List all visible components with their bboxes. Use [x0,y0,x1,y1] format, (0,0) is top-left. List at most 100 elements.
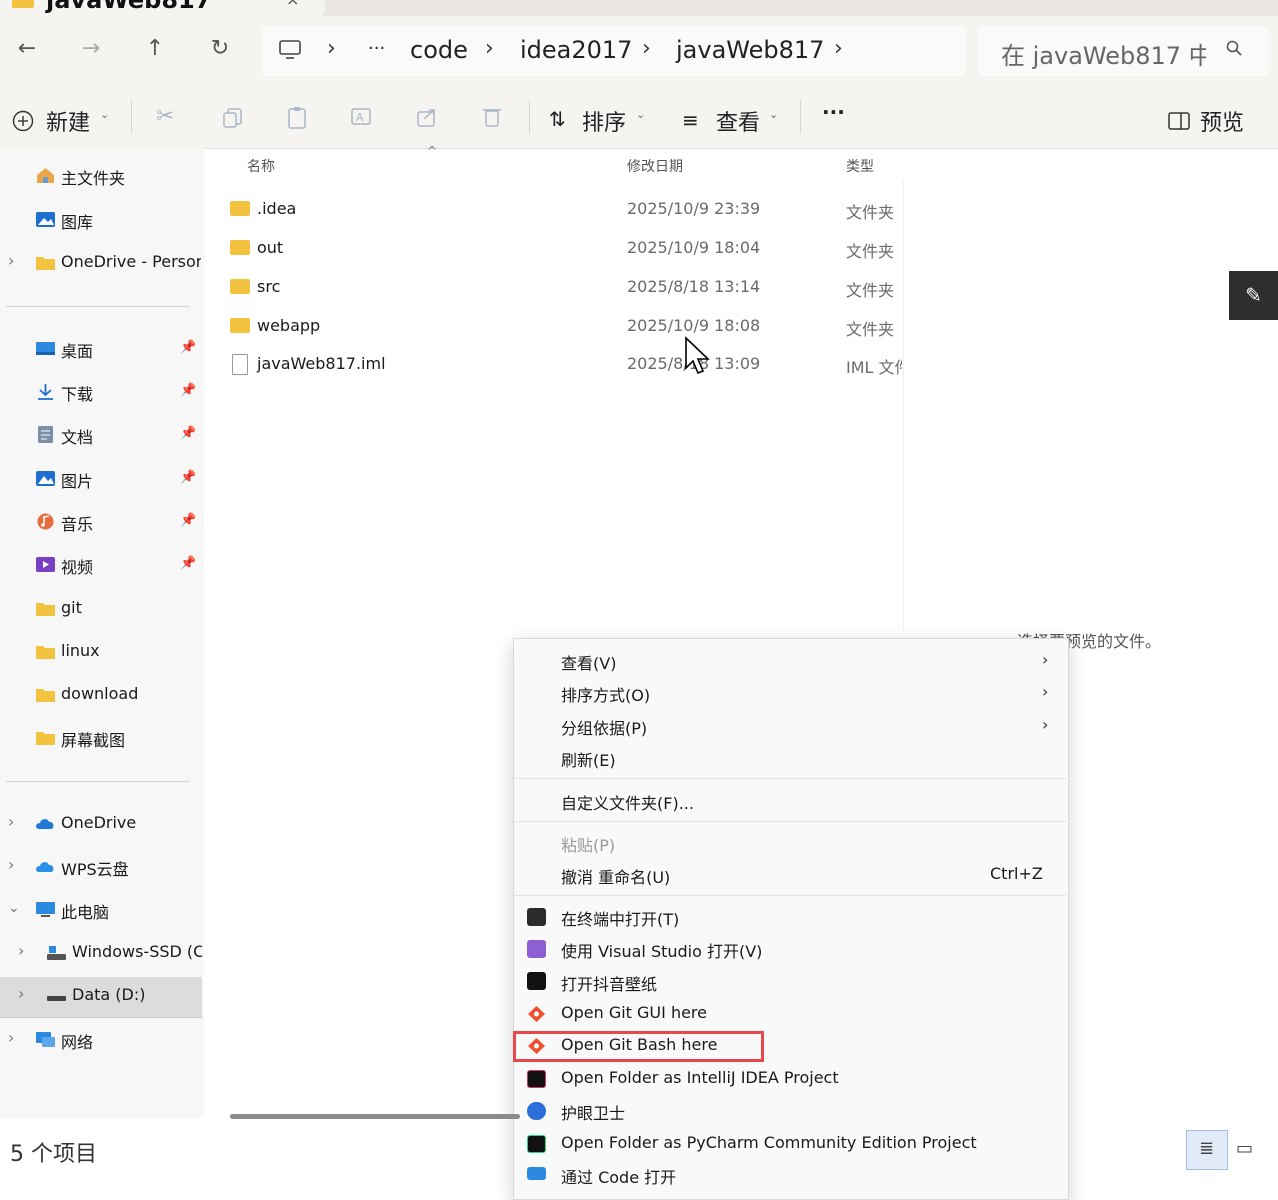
git-gui-icon [528,1006,545,1022]
details-view-button[interactable]: ≣ [1186,1130,1228,1170]
menu-item-sort[interactable]: 排序方式(O) [561,682,650,706]
menu-item-pycharm-project[interactable]: Open Folder as PyCharm Community Edition… [561,1133,977,1152]
menu-item-open-with-code[interactable]: 通过 Code 打开 [561,1164,676,1188]
sidebar-item-windows-ssd[interactable]: › Windows-SSD (C [0,934,202,974]
eye-guard-icon [527,1102,546,1120]
up-icon[interactable]: ↑ [140,34,170,64]
sidebar-item-label: Data (D:) [72,985,146,1004]
chevron-right-icon[interactable]: › [18,941,24,960]
folder-icon [36,257,55,270]
sort-arrows-icon[interactable]: ⇅ [549,107,566,131]
floating-mute-icon[interactable]: ✎ [1229,271,1278,320]
sidebar-item-home[interactable]: 主文件夹 [0,157,202,197]
toolbar-divider [800,100,801,134]
chevron-right-icon[interactable]: › [8,855,14,874]
sidebar-item-label: 图库 [61,213,94,232]
file-name[interactable]: out [257,238,283,257]
search-icon[interactable] [1226,40,1242,56]
sidebar-item-music[interactable]: 音乐 📌 [0,503,202,543]
sidebar-item-label: 网络 [61,1033,94,1052]
pin-icon[interactable]: 📌 [180,426,196,441]
horizontal-scrollbar[interactable] [230,1114,520,1119]
delete-icon[interactable] [481,106,503,128]
breadcrumb-code[interactable]: code [410,36,468,64]
sort-button[interactable]: 排序 [582,105,626,137]
paste-icon[interactable] [287,106,309,130]
file-name[interactable]: src [257,277,280,296]
preview-pane-icon[interactable] [1168,112,1190,130]
file-modified: 2025/10/9 23:39 [627,199,761,218]
pin-icon[interactable]: 📌 [180,556,196,571]
menu-item-customize-folder[interactable]: 自定义文件夹(F)... [561,790,694,814]
file-type: 文件夹 [846,281,895,300]
sidebar-item-linux[interactable]: linux [0,633,202,673]
download-icon [38,384,53,400]
sidebar-item-desktop[interactable]: 桌面 📌 [0,330,202,370]
home-icon [37,168,54,183]
menu-item-douyin-wallpaper[interactable]: 打开抖音壁纸 [561,971,657,995]
pin-icon[interactable]: 📌 [180,383,196,398]
sidebar-item-label: download [61,684,139,703]
sidebar-item-videos[interactable]: 视频 📌 [0,546,202,586]
drive-icon [47,946,66,960]
cut-icon[interactable]: ✂ [156,104,174,129]
chevron-right-icon[interactable]: › [18,984,24,1003]
menu-item-refresh[interactable]: 刷新(E) [561,747,616,771]
tab-close-icon[interactable]: × [286,0,299,9]
file-name[interactable]: webapp [257,316,320,335]
menu-item-open-visual-studio[interactable]: 使用 Visual Studio 打开(V) [561,938,762,962]
menu-item-eye-guard[interactable]: 护眼卫士 [561,1100,625,1124]
sidebar-item-screenshots[interactable]: 屏幕截图 [0,719,202,759]
pin-icon[interactable]: 📌 [180,340,196,355]
view-lines-icon[interactable]: ≡ [682,108,699,132]
file-name[interactable]: javaWeb817.iml [257,354,386,373]
chevron-right-icon[interactable]: › [8,812,14,831]
menu-item-intellij-project[interactable]: Open Folder as IntelliJ IDEA Project [561,1068,839,1087]
sidebar-item-git[interactable]: git [0,590,202,630]
sidebar-item-onedrive[interactable]: › OneDrive [0,805,202,845]
chevron-right-icon[interactable]: › [8,251,14,270]
sidebar-item-downloads[interactable]: 下载 📌 [0,373,202,413]
chevron-down-icon[interactable]: ⌄ [8,900,20,916]
breadcrumb-idea2017[interactable]: idea2017 [520,36,632,64]
column-header-type[interactable]: 类型 [846,156,874,176]
chevron-right-icon[interactable]: › [8,1028,14,1047]
file-name[interactable]: .idea [257,199,296,218]
pin-icon[interactable]: 📌 [180,470,196,485]
pin-icon[interactable]: 📌 [180,513,196,528]
mouse-cursor-icon [685,336,710,375]
sidebar-item-documents[interactable]: 文档 📌 [0,416,202,456]
menu-item-git-gui[interactable]: Open Git GUI here [561,1003,707,1022]
view-button[interactable]: 查看 [716,105,760,137]
tiles-view-icon[interactable]: ▭ [1236,1138,1253,1159]
sidebar-item-network[interactable]: › 网络 [0,1021,202,1061]
plus-circle-icon[interactable] [12,110,34,132]
menu-item-undo-rename[interactable]: 撤消 重命名(U) [561,864,670,888]
breadcrumb-javaweb817[interactable]: javaWeb817 [676,36,824,64]
forward-icon[interactable]: → [76,34,106,64]
sidebar-divider [6,306,190,307]
search-input[interactable]: 在 javaWeb817 中搜 [1001,36,1206,71]
menu-item-view[interactable]: 查看(V) [561,650,616,674]
sidebar-item-onedrive-personal[interactable]: › OneDrive - Persor [0,244,202,284]
sidebar-item-wps-cloud[interactable]: › WPS云盘 [0,848,202,888]
rename-icon[interactable]: A [350,106,374,128]
copy-icon[interactable] [222,107,244,129]
refresh-icon[interactable]: ↻ [205,34,235,64]
sidebar-item-download[interactable]: download [0,676,202,716]
sidebar-item-this-pc[interactable]: ⌄ 此电脑 [0,891,202,931]
back-icon[interactable]: ← [12,34,42,64]
share-icon[interactable] [416,106,440,128]
sidebar-item-data-d[interactable]: › Data (D:) [0,977,202,1018]
column-header-modified[interactable]: 修改日期 [627,156,683,176]
new-button[interactable]: 新建 [46,105,90,137]
menu-item-open-terminal[interactable]: 在终端中打开(T) [561,906,679,930]
menu-item-group[interactable]: 分组依据(P) [561,715,647,739]
more-options-icon[interactable]: ··· [822,100,845,124]
sidebar-item-gallery[interactable]: 图库 [0,201,202,241]
sidebar-item-pictures[interactable]: 图片 📌 [0,460,202,500]
preview-button[interactable]: 预览 [1200,105,1244,137]
breadcrumb-more[interactable]: ··· [368,38,385,59]
column-header-name[interactable]: 名称 [247,156,275,176]
monitor-icon [279,40,301,59]
